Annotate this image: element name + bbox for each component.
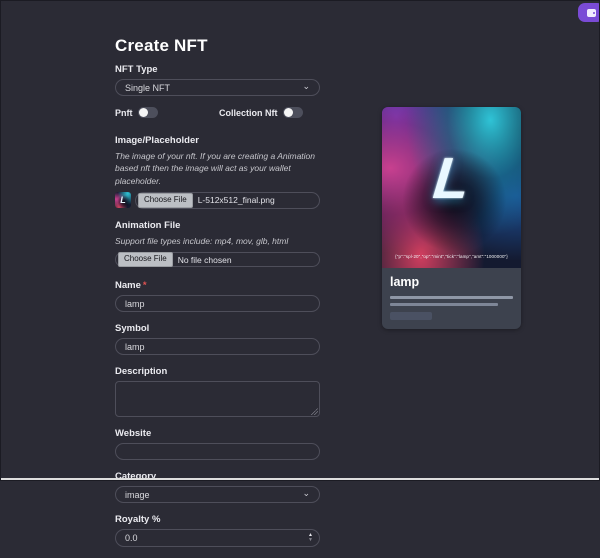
thumbnail-letter: L [115,192,131,208]
image-thumbnail: L [115,192,131,208]
animation-file-help: Support file types include: mp4, mov, gl… [115,235,320,247]
resize-handle[interactable] [311,408,318,415]
nft-type-label: NFT Type [115,64,320,75]
create-nft-form: NFT Type Single NFT ⌄ Pnft Collection Nf… [115,64,320,558]
website-label: Website [115,428,320,439]
nft-card-title: lamp [390,275,513,289]
nft-type-select[interactable]: Single NFT ⌄ [115,79,320,96]
image-file-row: L Choose File L-512x512_final.png [115,192,320,209]
nft-image-letter: L [382,145,521,212]
image-choose-file-button[interactable]: Choose File [138,193,193,208]
chevron-down-icon: ⌄ [302,82,310,91]
image-placeholder-group: Image/Placeholder The image of your nft.… [115,135,320,209]
collection-nft-toggle-group: Collection Nft [219,107,303,118]
animation-file-label: Animation File [115,220,320,231]
image-file-input[interactable]: Choose File L-512x512_final.png [135,192,320,209]
pnft-label: Pnft [115,108,133,118]
symbol-label: Symbol [115,323,320,334]
number-spinner[interactable]: ▲ ▼ [308,533,313,543]
royalty-group: Royalty % 0.0 ▲ ▼ [115,514,320,547]
website-group: Website [115,428,320,460]
animation-file-name: No file chosen [178,255,232,265]
royalty-value: 0.0 [125,533,138,543]
royalty-label: Royalty % [115,514,320,525]
nft-type-group: NFT Type Single NFT ⌄ [115,64,320,96]
required-asterisk: * [143,280,147,291]
collection-nft-label: Collection Nft [219,108,278,118]
animation-file-group: Animation File Support file types includ… [115,220,320,267]
toggle-row: Pnft Collection Nft [115,107,320,121]
category-value: image [125,490,150,500]
name-group: Name* [115,280,320,312]
chevron-down-icon: ⌄ [302,489,310,498]
wallet-icon [587,9,596,17]
page-title: Create NFT [115,36,208,56]
description-textarea[interactable] [115,381,320,417]
royalty-input[interactable]: 0.0 ▲ ▼ [115,529,320,547]
toggle-knob [139,108,148,117]
nft-preview-card: L {"p":"spl-20","op":"mint","tick":"lamp… [382,107,521,329]
animation-choose-file-button[interactable]: Choose File [118,252,173,267]
pnft-toggle-group: Pnft [115,107,158,118]
name-input[interactable] [115,295,320,312]
nft-image-caption: {"p":"spl-20","op":"mint","tick":"lamp",… [382,254,521,259]
animation-file-input[interactable]: Choose File No file chosen [115,252,320,267]
placeholder-bar [390,303,498,306]
placeholder-bar [390,296,513,299]
image-file-name: L-512x512_final.png [198,195,275,205]
symbol-input[interactable] [115,338,320,355]
nft-type-value: Single NFT [125,83,170,93]
wallet-button[interactable] [578,3,600,22]
spinner-down-icon[interactable]: ▼ [308,538,313,543]
pnft-toggle[interactable] [138,107,158,118]
image-placeholder-label: Image/Placeholder [115,135,320,146]
description-label: Description [115,366,320,377]
category-select[interactable]: image ⌄ [115,486,320,503]
image-placeholder-help: The image of your nft. If you are creati… [115,150,320,187]
website-input[interactable] [115,443,320,460]
toggle-knob [284,108,293,117]
symbol-group: Symbol [115,323,320,355]
category-group: Category image ⌄ [115,471,320,503]
collection-nft-toggle[interactable] [283,107,303,118]
description-group: Description [115,366,320,417]
placeholder-bar [390,312,432,320]
nft-preview-image: L {"p":"spl-20","op":"mint","tick":"lamp… [382,107,521,268]
name-label: Name* [115,280,320,291]
nft-card-body: lamp [382,268,521,329]
